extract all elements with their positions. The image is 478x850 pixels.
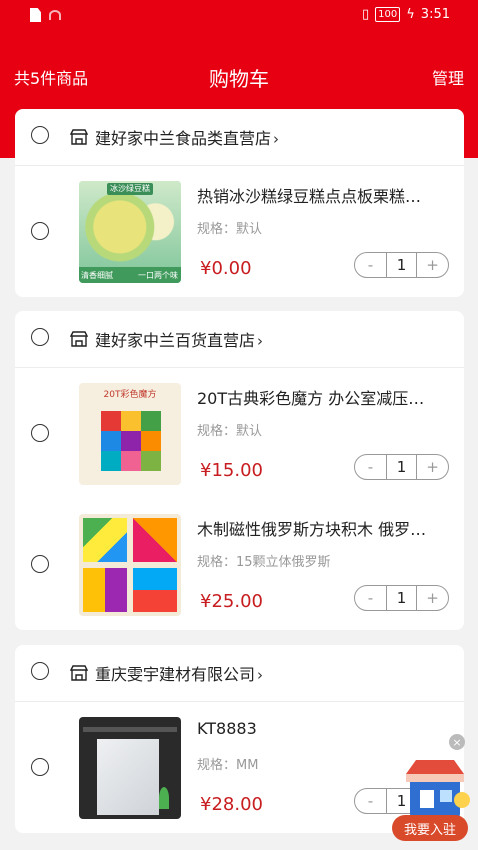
floating-close-button[interactable]: × [449, 734, 465, 750]
store-icon [70, 129, 88, 145]
thumb-badge: 冰沙绿豆糕 [107, 183, 153, 195]
item-select-radio[interactable] [31, 222, 49, 240]
item-price: ¥15.00 [200, 460, 263, 481]
cart-item: 20T彩色魔方 20T古典彩色魔方 办公室减压… 规格：默认 ¥15.00 - … [15, 368, 464, 499]
store-header: 建好家中兰食品类直营店 › [15, 109, 464, 166]
chevron-right-icon: › [257, 332, 264, 350]
vibrate-icon: ▯ [361, 7, 370, 22]
cart-item: 冰沙绿豆糕 清香细腻 一口两个味 热销冰沙糕绿豆糕点点板栗糕… 规格：默认 ¥0… [15, 166, 464, 297]
store-card: 建好家中兰百货直营店 › 20T彩色魔方 20T古典彩色魔方 办公室减压… 规格：… [15, 311, 464, 630]
quantity-stepper: - 1 + [354, 252, 449, 278]
decrease-button[interactable]: - [355, 789, 386, 813]
decrease-button[interactable]: - [355, 586, 386, 610]
product-image[interactable]: 冰沙绿豆糕 清香细腻 一口两个味 [79, 181, 181, 283]
store-icon [70, 331, 88, 347]
quantity-stepper: - 1 + [354, 454, 449, 480]
item-title[interactable]: 热销冰沙糕绿豆糕点点板栗糕… [197, 183, 447, 207]
increase-button[interactable]: + [417, 586, 448, 610]
item-price: ¥28.00 [200, 794, 263, 815]
store-name: 建好家中兰食品类直营店 [95, 129, 272, 148]
store-select-radio[interactable] [31, 328, 49, 346]
thumb-caption-left: 清香细腻 [81, 271, 113, 280]
store-icon [70, 665, 88, 681]
item-spec: 规格：MM [197, 758, 259, 773]
product-image[interactable] [79, 514, 181, 616]
battery-level: 100 [378, 9, 398, 20]
clock: 3:51 [420, 7, 450, 22]
product-image[interactable] [79, 717, 181, 819]
item-select-radio[interactable] [31, 424, 49, 442]
charging-icon: ϟ [406, 7, 415, 22]
nav-bar: 共5件商品 购物车 管理 [0, 52, 478, 102]
item-spec: 规格：15颗立体俄罗斯 [197, 555, 331, 570]
item-select-radio[interactable] [31, 555, 49, 573]
status-bar: ▯ 100 ϟ 3:51 [0, 0, 478, 32]
decrease-button[interactable]: - [355, 455, 386, 479]
product-image[interactable]: 20T彩色魔方 [79, 383, 181, 485]
join-as-merchant-button[interactable]: 我要入驻 [392, 815, 468, 841]
store-name-link[interactable]: 重庆雯宇建材有限公司 › [95, 661, 263, 685]
item-spec: 规格：默认 [197, 424, 263, 439]
quantity-value[interactable]: 1 [386, 586, 417, 610]
store-select-radio[interactable] [31, 662, 49, 680]
chevron-right-icon: › [273, 130, 280, 148]
sim-card-icon [30, 8, 41, 22]
store-header: 重庆雯宇建材有限公司 › [15, 645, 464, 702]
store-name: 建好家中兰百货直营店 [95, 331, 256, 350]
increase-button[interactable]: + [417, 455, 448, 479]
quantity-stepper: - 1 + [354, 585, 449, 611]
quantity-value[interactable]: 1 [386, 253, 417, 277]
item-price: ¥25.00 [200, 591, 263, 612]
increase-button[interactable]: + [417, 253, 448, 277]
manage-button[interactable]: 管理 [432, 65, 464, 89]
item-price: ¥0.00 [200, 258, 252, 279]
store-header: 建好家中兰百货直营店 › [15, 311, 464, 368]
item-title[interactable]: 20T古典彩色魔方 办公室减压… [197, 385, 447, 409]
item-select-radio[interactable] [31, 758, 49, 776]
quantity-value[interactable]: 1 [386, 455, 417, 479]
item-title[interactable]: 木制磁性俄罗斯方块积木 俄罗… [197, 516, 447, 540]
store-card: 建好家中兰食品类直营店 › 冰沙绿豆糕 清香细腻 一口两个味 热销冰沙糕绿豆糕点点… [15, 109, 464, 297]
battery-icon: 100 [375, 7, 401, 22]
decrease-button[interactable]: - [355, 253, 386, 277]
item-spec: 规格：默认 [197, 222, 263, 237]
store-name: 重庆雯宇建材有限公司 [95, 665, 256, 684]
thumb-caption-right: 一口两个味 [138, 271, 178, 280]
wifi-icon [49, 10, 61, 20]
store-select-radio[interactable] [31, 126, 49, 144]
cart-item: 木制磁性俄罗斯方块积木 俄罗… 规格：15颗立体俄罗斯 ¥25.00 - 1 + [15, 499, 464, 630]
thumb-heading: 20T彩色魔方 [103, 390, 157, 400]
store-name-link[interactable]: 建好家中兰百货直营店 › [95, 327, 263, 351]
chevron-right-icon: › [257, 666, 264, 684]
item-title[interactable]: KT8883 [197, 719, 447, 738]
page-title: 购物车 [209, 67, 269, 91]
store-name-link[interactable]: 建好家中兰食品类直营店 › [95, 125, 279, 149]
